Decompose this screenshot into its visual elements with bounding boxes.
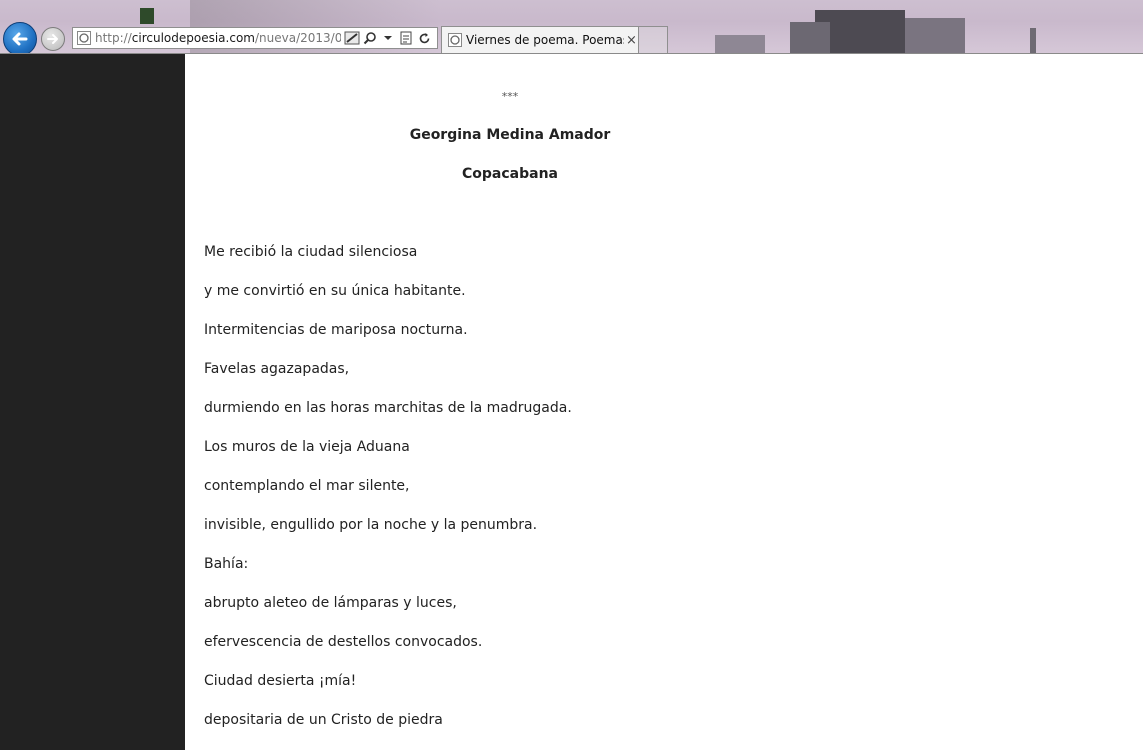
poem-author: Georgina Medina Amador [409, 127, 611, 143]
url-prefix: http:// [95, 31, 132, 45]
forward-button[interactable] [41, 27, 65, 51]
arrow-left-icon [12, 32, 28, 46]
poem-verse: Bahía: [204, 556, 249, 572]
back-button[interactable] [3, 22, 37, 54]
site-favicon-icon [77, 31, 91, 45]
poem-verse: Favelas agazapadas, [204, 361, 350, 377]
site-favicon-icon [448, 33, 462, 47]
wallpaper-building [715, 35, 765, 54]
poem-verse: invisible, engullido por la noche y la p… [204, 517, 538, 533]
poem-verse: Intermitencias de mariposa nocturna. [204, 322, 468, 338]
refresh-icon [419, 32, 429, 43]
browser-tab[interactable]: Viernes de poema. Poemas ... × [441, 26, 639, 53]
search-button[interactable] [361, 29, 379, 47]
poem-verse: Los muros de la vieja Aduana [204, 439, 410, 455]
browser-chrome: http://circulodepoesia.com/nueva/2013/04… [0, 0, 1143, 54]
article-content: *** Georgina Medina Amador Copacabana Me… [185, 54, 1143, 750]
poem-verse: y me convirtió en su única habitante. [204, 283, 466, 299]
close-tab-icon[interactable]: × [626, 33, 637, 48]
poem-verse: efervescencia de destellos convocados. [204, 634, 483, 650]
arrow-right-icon [47, 34, 58, 44]
section-separator: *** [501, 90, 519, 103]
wallpaper-building [790, 22, 830, 54]
url-domain: circulodepoesia.com [131, 31, 255, 45]
compatibility-view-button[interactable] [343, 29, 361, 47]
document-icon [400, 31, 412, 45]
poem-verse: Me recibió la ciudad silenciosa [204, 244, 418, 260]
search-icon [363, 32, 376, 45]
new-tab-button[interactable] [639, 26, 668, 53]
url-path: /nueva/2013/04/vi [254, 31, 341, 45]
poem-title: Copacabana [462, 166, 558, 182]
poem-verse: durmiendo en las horas marchitas de la m… [204, 400, 572, 416]
poem-verse: Ciudad desierta ¡mía! [204, 673, 357, 689]
chevron-down-icon [384, 36, 392, 40]
left-sidebar [0, 54, 185, 750]
tab-title: Viernes de poema. Poemas ... [466, 33, 624, 47]
poem-verse: depositaria de un Cristo de piedra [204, 712, 443, 728]
url-text[interactable]: http://circulodepoesia.com/nueva/2013/04… [95, 31, 341, 45]
poem-verse: abrupto aleteo de lámparas y luces, [204, 595, 457, 611]
search-dropdown-button[interactable] [379, 29, 397, 47]
poem-verse: contemplando el mar silente, [204, 478, 410, 494]
wallpaper-building [1030, 28, 1036, 54]
address-bar[interactable]: http://circulodepoesia.com/nueva/2013/04… [72, 27, 438, 49]
page-view-button[interactable] [397, 29, 415, 47]
refresh-button[interactable] [415, 29, 433, 47]
wallpaper-building [905, 18, 965, 54]
compatibility-view-icon [344, 31, 360, 45]
wallpaper-building [140, 8, 154, 24]
